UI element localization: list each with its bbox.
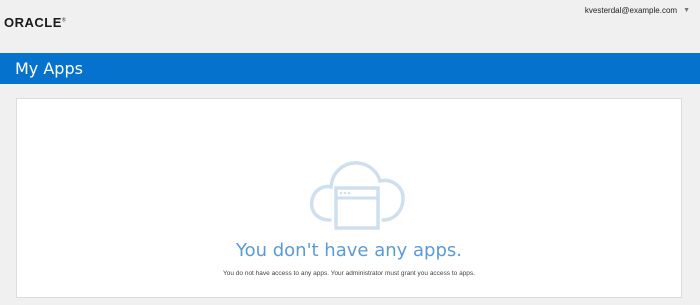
user-email: kvesterdal@example.com — [584, 6, 678, 15]
top-header: ORACLE® kvesterdal@example.com ▼ — [0, 0, 700, 53]
apps-panel: You don't have any apps. You do not have… — [16, 98, 682, 298]
user-menu[interactable]: kvesterdal@example.com ▼ — [585, 6, 690, 15]
caret-down-icon: ▼ — [683, 7, 690, 14]
page-title-bar: My Apps — [0, 53, 700, 84]
logo-text: ORACLE — [4, 15, 62, 30]
empty-state-title: You don't have any apps. — [235, 240, 462, 261]
cloud-app-window-icon — [309, 161, 405, 230]
empty-state-description: You do not have access to any apps. Your… — [223, 270, 475, 277]
oracle-logo: ORACLE® — [4, 15, 66, 30]
page-title: My Apps — [15, 59, 83, 78]
logo-registered-mark: ® — [61, 17, 67, 24]
